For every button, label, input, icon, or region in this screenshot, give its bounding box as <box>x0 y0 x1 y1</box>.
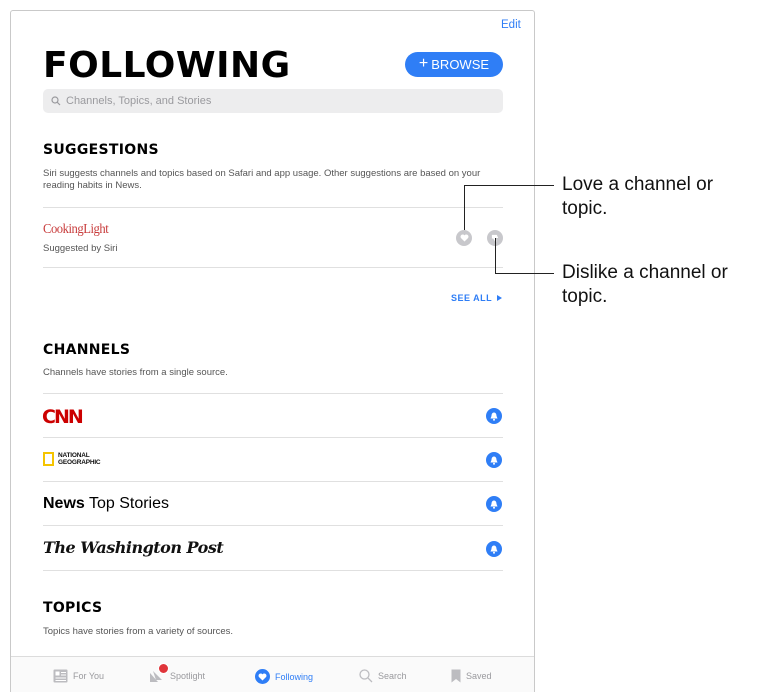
edit-button[interactable]: Edit <box>501 19 521 31</box>
tab-following[interactable]: Following <box>255 669 313 684</box>
love-callout: Love a channel or topic. <box>562 173 713 221</box>
top-stories-word: Top Stories <box>84 495 169 512</box>
tab-label: Spotlight <box>170 671 206 681</box>
bell-icon <box>490 545 498 554</box>
divider <box>43 207 503 208</box>
divider <box>43 481 503 482</box>
notify-button[interactable] <box>486 452 502 468</box>
cnn-logo: CNN <box>42 406 84 428</box>
natgeo-line1: NATIONAL <box>58 452 90 459</box>
triangle-right-icon <box>497 295 503 301</box>
cooking-light-logo: CookingLight <box>43 222 109 237</box>
tab-label: Following <box>275 671 314 682</box>
news-top-stories-logo: News Top Stories <box>43 495 169 513</box>
dislike-callout-line1: Dislike a channel or <box>562 262 728 283</box>
channels-heading: CHANNELS <box>43 342 131 358</box>
natgeo-logo: NATIONAL GEOGRAPHIC <box>43 452 101 466</box>
tab-for-you[interactable]: For You <box>53 669 104 683</box>
tab-label: Search <box>378 671 407 681</box>
love-callout-line2: topic. <box>562 198 608 219</box>
natgeo-line2: GEOGRAPHIC <box>58 459 101 466</box>
tab-bar: For You Spotlight Following Search Saved <box>11 656 534 692</box>
heart-icon <box>460 234 468 242</box>
browse-button[interactable]: + BROWSE <box>405 52 503 77</box>
suggested-by-siri: Suggested by Siri <box>43 243 118 254</box>
bell-icon <box>490 500 498 509</box>
heart-icon <box>255 669 270 684</box>
divider <box>43 437 503 438</box>
bookmark-icon <box>451 669 461 683</box>
dislike-leader-line <box>495 238 496 274</box>
love-button[interactable] <box>456 230 472 246</box>
love-leader-line <box>464 185 465 230</box>
spotlight-icon <box>149 663 169 683</box>
tab-label: Saved <box>466 671 492 681</box>
divider <box>43 570 503 571</box>
tab-saved[interactable]: Saved <box>451 669 492 683</box>
bell-icon <box>490 412 498 421</box>
natgeo-frame-icon <box>43 452 54 466</box>
magnifier-icon <box>359 669 373 683</box>
notify-button[interactable] <box>486 496 502 512</box>
topics-heading: TOPICS <box>43 600 103 616</box>
dislike-leader-line <box>495 273 554 274</box>
notify-button[interactable] <box>486 408 502 424</box>
plus-icon: + <box>418 55 429 72</box>
suggestions-description: Siri suggests channels and topics based … <box>43 168 481 191</box>
tab-spotlight[interactable]: Spotlight <box>149 663 206 683</box>
search-placeholder: Channels, Topics, and Stories <box>66 95 212 107</box>
news-word: News <box>43 495 85 512</box>
tab-search[interactable]: Search <box>359 669 407 683</box>
channels-description: Channels have stories from a single sour… <box>43 367 228 378</box>
divider <box>43 267 503 268</box>
news-app-screen: Edit FOLLOWING + BROWSE Channels, Topics… <box>10 10 535 692</box>
search-icon <box>51 96 61 106</box>
notify-button[interactable] <box>486 541 502 557</box>
browse-label: BROWSE <box>431 57 490 72</box>
see-all-label: SEE ALL <box>451 293 493 303</box>
divider <box>43 525 503 526</box>
tab-label: For You <box>73 671 105 681</box>
see-all-link[interactable]: SEE ALL <box>451 293 503 303</box>
bell-icon <box>490 456 498 465</box>
newspaper-icon <box>53 669 68 683</box>
divider <box>43 393 503 394</box>
topics-description: Topics have stories from a variety of so… <box>43 626 234 637</box>
suggestions-heading: SUGGESTIONS <box>43 142 159 158</box>
love-callout-line1: Love a channel or <box>562 174 714 195</box>
washington-post-logo: The Washington Post <box>43 538 224 557</box>
page-title: FOLLOWING <box>43 45 291 86</box>
love-leader-line <box>464 185 554 186</box>
dislike-callout: Dislike a channel or topic. <box>562 261 728 309</box>
notification-badge <box>158 663 169 674</box>
dislike-callout-line2: topic. <box>562 286 608 307</box>
search-field[interactable]: Channels, Topics, and Stories <box>43 89 503 113</box>
